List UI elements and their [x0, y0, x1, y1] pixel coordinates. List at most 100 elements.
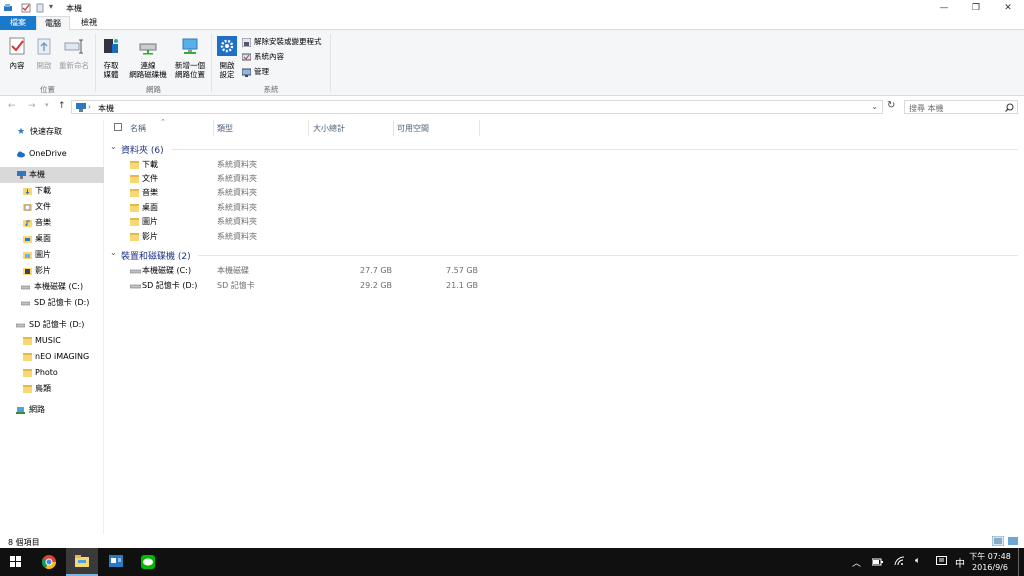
list-item[interactable]: 文件 系統資料夾: [106, 172, 1024, 186]
nav-item-birds[interactable]: 鳥類: [0, 381, 104, 397]
column-separator[interactable]: [308, 120, 309, 136]
up-arrow-icon[interactable]: ↑: [58, 101, 66, 111]
computer-icon: [76, 103, 86, 112]
recent-dropdown-icon[interactable]: ▾: [45, 101, 49, 109]
column-separator[interactable]: [479, 120, 480, 136]
column-header-free-space[interactable]: 可用空間: [397, 123, 429, 134]
tab-view[interactable]: 檢視: [72, 16, 106, 30]
access-media-button[interactable]: 存取 媒體: [97, 36, 125, 79]
file-explorer-taskbar-button[interactable]: [66, 548, 98, 576]
nav-item-label: 網路: [29, 405, 45, 414]
close-button[interactable]: ✕: [992, 0, 1024, 16]
battery-icon[interactable]: [872, 557, 883, 567]
forward-arrow-icon[interactable]: →: [28, 101, 36, 111]
star-icon: ★: [17, 127, 26, 137]
nav-item-local-disk-c[interactable]: 本機磁碟 (C:): [0, 279, 104, 295]
rename-button[interactable]: 重新命名: [57, 36, 91, 70]
column-separator[interactable]: [213, 120, 214, 136]
nav-item-photo[interactable]: Photo: [0, 365, 104, 381]
nav-item-desktop[interactable]: 桌面: [0, 231, 104, 247]
back-arrow-icon[interactable]: ←: [8, 101, 16, 111]
nav-item-label: Photo: [35, 368, 58, 377]
nav-item-sd-card-d-root[interactable]: SD 記憶卡 (D:): [0, 317, 104, 333]
address-dropdown-icon[interactable]: ⌄: [871, 102, 878, 111]
group-label-system: 系統: [263, 85, 279, 94]
table-row[interactable]: SD 記憶卡 (D:) SD 記憶卡 29.2 GB 21.1 GB: [106, 279, 1024, 293]
tab-file[interactable]: 檔案: [0, 16, 36, 30]
wifi-icon[interactable]: [894, 556, 905, 567]
volume-icon[interactable]: 🔈︎: [915, 556, 920, 566]
column-header-type[interactable]: 類型: [217, 123, 233, 134]
breadcrumb-chevron-icon[interactable]: ›: [88, 103, 91, 111]
taskbar-clock[interactable]: 下午 07:48 2016/9/6: [966, 551, 1014, 573]
map-network-drive-button[interactable]: 連線 網路磁碟機: [126, 36, 170, 79]
windows-start-icon[interactable]: [0, 548, 32, 576]
computer-icon: [17, 171, 26, 179]
nav-item-documents[interactable]: 文件: [0, 199, 104, 215]
nav-item-label: SD 記憶卡 (D:): [29, 320, 85, 329]
new-folder-quick-icon[interactable]: [35, 3, 45, 13]
tab-computer[interactable]: 電腦: [36, 16, 70, 30]
quick-access-dropdown-icon[interactable]: ▾: [49, 2, 59, 12]
open-button[interactable]: 開啟: [31, 36, 57, 70]
action-center-icon[interactable]: [936, 556, 947, 567]
refresh-icon[interactable]: ↻: [887, 100, 895, 111]
list-item[interactable]: 桌面 系統資料夾: [106, 201, 1024, 215]
show-desktop-button[interactable]: [1018, 548, 1019, 576]
list-item[interactable]: 音樂 系統資料夾: [106, 186, 1024, 200]
search-icon[interactable]: [1005, 103, 1014, 112]
column-header-total-size[interactable]: 大小總計: [313, 123, 345, 134]
details-view-icon[interactable]: [992, 536, 1004, 546]
nav-item-sd-card-d[interactable]: SD 記憶卡 (D:): [0, 295, 104, 311]
nav-item-quick-access[interactable]: ★ 快速存取: [0, 124, 104, 140]
column-separator[interactable]: [393, 120, 394, 136]
uninstall-program-button[interactable]: 解除安裝或變更程式: [242, 37, 322, 47]
properties-quick-icon[interactable]: [21, 3, 31, 13]
line-app-icon[interactable]: [132, 548, 164, 576]
large-icons-view-icon[interactable]: [1007, 536, 1019, 546]
select-all-checkbox[interactable]: [114, 123, 122, 131]
group-header-folders[interactable]: ⌄ 資料夾 (6): [106, 142, 1024, 156]
item-type: 系統資料夾: [217, 174, 257, 183]
open-settings-button[interactable]: 開啟 設定: [214, 36, 240, 79]
table-row[interactable]: 本機磁碟 (C:) 本機磁碟 27.7 GB 7.57 GB: [106, 264, 1024, 278]
properties-button[interactable]: 內容: [4, 36, 30, 70]
chrome-icon[interactable]: [33, 548, 65, 576]
group-header-devices[interactable]: ⌄ 裝置和磁碟機 (2): [106, 248, 1024, 262]
item-type: 系統資料夾: [217, 232, 257, 241]
nav-item-label: 鳥類: [35, 384, 51, 393]
nav-item-music[interactable]: 音樂: [0, 215, 104, 231]
list-item[interactable]: 圖片 系統資料夾: [106, 215, 1024, 229]
nav-item-downloads[interactable]: 下載: [0, 183, 104, 199]
add-network-location-button[interactable]: 新增一個 網路位置: [171, 36, 209, 79]
nav-item-this-pc[interactable]: 本機: [0, 167, 104, 183]
item-type: SD 記憶卡: [217, 281, 255, 290]
address-path[interactable]: 本機: [98, 103, 114, 114]
column-header-name[interactable]: 名稱: [130, 123, 146, 134]
nav-item-videos[interactable]: 影片: [0, 263, 104, 279]
address-field[interactable]: › 本機 ⌄: [71, 100, 883, 114]
desktop-folder-icon: [130, 204, 139, 212]
show-hidden-icons-icon[interactable]: ︿: [852, 556, 861, 569]
chevron-down-icon[interactable]: ⌄: [110, 248, 117, 257]
access-media-label-1: 存取: [103, 61, 119, 70]
system-properties-button[interactable]: 系統內容: [242, 52, 284, 62]
nav-item-pictures[interactable]: 圖片: [0, 247, 104, 263]
chevron-down-icon[interactable]: ⌄: [110, 142, 117, 151]
maximize-button[interactable]: ❐: [960, 0, 992, 16]
nav-item-neo-imaging[interactable]: nEO iMAGING: [0, 349, 104, 365]
search-input[interactable]: 搜尋 本機: [904, 100, 1018, 114]
nav-item-onedrive[interactable]: OneDrive: [0, 146, 104, 162]
folder-icon: [23, 353, 32, 361]
list-item[interactable]: 下載 系統資料夾: [106, 158, 1024, 172]
folder-icon: [75, 555, 89, 567]
nav-item-music-folder[interactable]: MUSIC: [0, 333, 104, 349]
nav-item-network[interactable]: 網路: [0, 402, 104, 418]
list-item[interactable]: 影片 系統資料夾: [106, 230, 1024, 244]
minimize-button[interactable]: —: [928, 0, 960, 16]
rename-icon: [64, 39, 83, 54]
contacts-app-icon[interactable]: [100, 548, 132, 576]
nav-item-label: 影片: [35, 266, 51, 275]
ime-indicator[interactable]: 中: [955, 555, 965, 570]
manage-button[interactable]: 管理: [242, 67, 269, 77]
